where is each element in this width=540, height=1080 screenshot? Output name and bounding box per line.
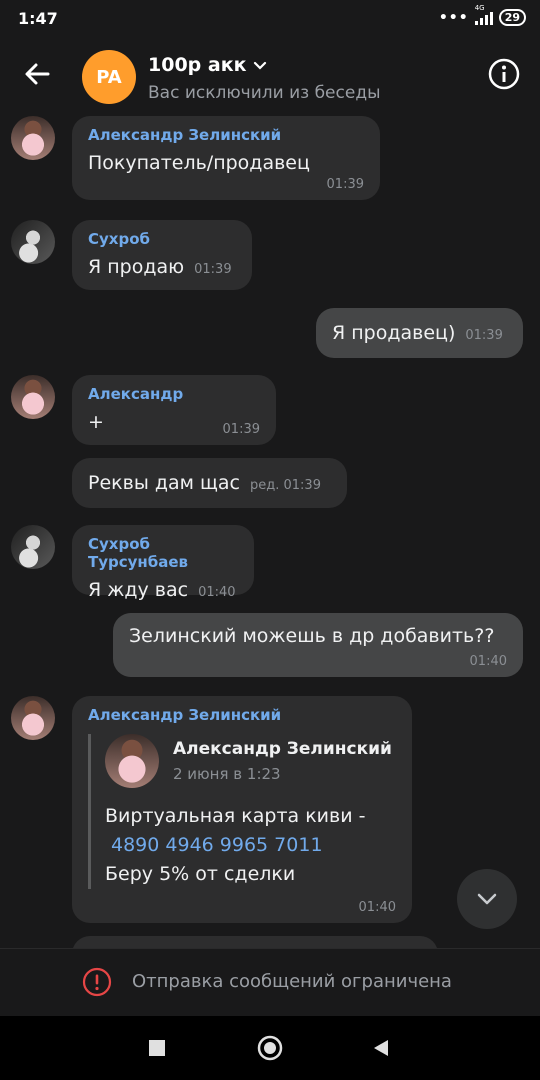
info-button[interactable]	[488, 58, 520, 90]
forwarded-author[interactable]: Александр Зелинский	[173, 739, 392, 759]
message-bubble-outgoing[interactable]: Зелинский можешь в др добавить?? 01:40	[113, 613, 523, 677]
chat-title[interactable]: 100р акк	[148, 54, 267, 76]
message-bubble-partial[interactable]	[72, 936, 438, 948]
info-icon	[488, 58, 520, 90]
avatar[interactable]	[11, 220, 55, 264]
avatar[interactable]	[11, 375, 55, 419]
message-bubble[interactable]: Сухроб Турсунбаев Я жду вас 01:40	[72, 525, 254, 601]
forwarded-line: Беру 5% от сделки	[105, 863, 296, 885]
message-bubble[interactable]: Реквы дам щас ред. 01:39	[72, 458, 347, 508]
triangle-icon	[374, 1040, 388, 1056]
warning-icon	[82, 967, 112, 997]
message-author[interactable]: Сухроб	[88, 230, 236, 248]
avatar[interactable]	[11, 116, 55, 160]
status-time: 1:47	[18, 9, 58, 28]
message-author[interactable]: Александр Зелинский	[88, 126, 364, 144]
avatar[interactable]	[11, 525, 55, 569]
recents-button[interactable]	[149, 1040, 165, 1060]
message-bubble[interactable]: Сухроб Я продаю 01:39	[72, 220, 252, 290]
message-bubble[interactable]: Александр Зелинский Александр Зелинский …	[72, 696, 412, 923]
back-nav-button[interactable]	[372, 1039, 390, 1061]
chevron-down-icon	[477, 893, 497, 905]
card-number-link[interactable]: 4890 4946 9965 7011	[111, 834, 323, 856]
forwarded-text: Виртуальная карта киви - 4890 4946 9965 …	[105, 802, 396, 889]
message-list[interactable]: Александр Зелинский Покупатель/продавец …	[0, 116, 540, 948]
restriction-bar: Отправка сообщений ограничена	[0, 948, 540, 1017]
message-time: 01:39	[465, 328, 503, 343]
message-author[interactable]: Александр	[88, 385, 260, 403]
message-author[interactable]: Александр Зелинский	[88, 706, 396, 724]
chat-header: PA 100р акк Вас исключили из беседы	[0, 38, 540, 116]
message-time: 01:40	[358, 900, 396, 915]
message-text: Я продаю 01:39	[88, 254, 236, 283]
message-text: Я жду вас 01:40	[88, 577, 238, 606]
network-type: 4G	[474, 3, 485, 12]
message-time: 01:39	[194, 262, 232, 277]
message-time: 01:40	[198, 585, 236, 600]
restriction-text: Отправка сообщений ограничена	[132, 971, 452, 992]
scroll-down-button[interactable]	[457, 869, 517, 929]
forwarded-message[interactable]: Александр Зелинский 2 июня в 1:23 Виртуа…	[88, 734, 396, 889]
chevron-down-icon	[253, 61, 266, 70]
message-time: ред. 01:39	[250, 478, 321, 493]
message-text: Зелинский можешь в др добавить??	[129, 625, 495, 647]
back-button[interactable]	[22, 58, 54, 90]
home-button[interactable]	[257, 1035, 283, 1065]
more-dots-icon: •••	[438, 9, 469, 26]
circle-icon	[257, 1035, 283, 1061]
signal-icon: 4G	[474, 4, 493, 25]
chat-avatar[interactable]: PA	[82, 50, 136, 104]
square-icon	[149, 1040, 165, 1056]
forwarded-line: Виртуальная карта киви -	[105, 805, 366, 827]
system-nav-bar	[0, 1016, 540, 1080]
message-bubble-outgoing[interactable]: Я продавец) 01:39	[316, 308, 523, 358]
forwarded-avatar[interactable]	[105, 734, 159, 788]
avatar[interactable]	[11, 696, 55, 740]
message-time: 01:39	[326, 177, 364, 192]
status-bar: 1:47 ••• 4G 29	[0, 0, 540, 38]
status-icons: ••• 4G 29	[438, 4, 526, 26]
message-bubble[interactable]: Александр + 01:39	[72, 375, 276, 445]
forwarded-date: 2 июня в 1:23	[173, 765, 281, 783]
battery-icon: 29	[498, 9, 526, 26]
message-text: Реквы дам щас ред. 01:39	[88, 470, 331, 499]
chat-title-text: 100р акк	[148, 54, 247, 76]
message-text: Я продавец) 01:39	[332, 320, 507, 349]
forwarded-header: Александр Зелинский 2 июня в 1:23	[105, 734, 396, 788]
message-author[interactable]: Сухроб Турсунбаев	[88, 535, 238, 571]
chat-subtitle: Вас исключили из беседы	[148, 83, 381, 103]
arrow-left-icon	[25, 63, 50, 85]
message-time: 01:40	[469, 654, 507, 669]
message-bubble[interactable]: Александр Зелинский Покупатель/продавец …	[72, 116, 380, 200]
message-time: 01:39	[222, 422, 260, 437]
message-text: Покупатель/продавец	[88, 152, 310, 174]
